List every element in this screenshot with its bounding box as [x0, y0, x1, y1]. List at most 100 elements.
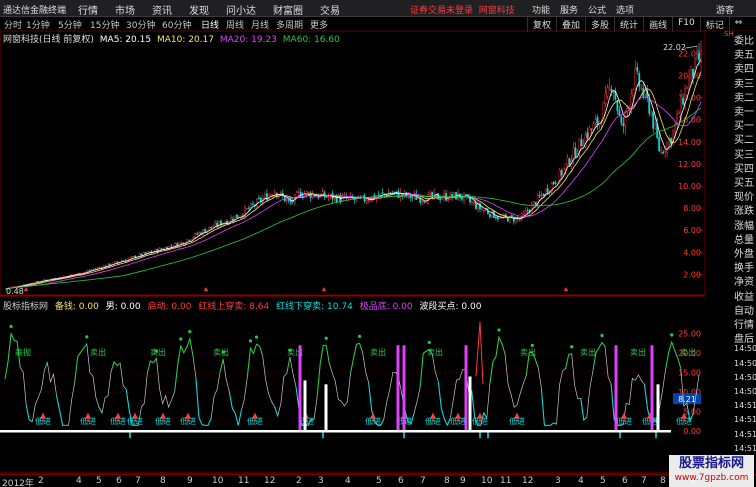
- sell-signal-label: 卖出: [150, 347, 166, 357]
- kline-candle: [98, 267, 101, 269]
- menu-item-trade[interactable]: 交易: [320, 2, 340, 17]
- indicator-segment: [601, 342, 606, 347]
- tool-overlay[interactable]: 叠加: [556, 17, 585, 32]
- period-5min[interactable]: 5分钟: [58, 18, 82, 31]
- kline-candle: [441, 198, 444, 200]
- tool-draw[interactable]: 画线: [643, 17, 672, 32]
- period-15min[interactable]: 15分钟: [90, 18, 119, 31]
- indicator-segment: [56, 395, 61, 411]
- kline-candle: [365, 200, 368, 203]
- indicator-segment: [286, 357, 291, 374]
- kline-candle: [688, 76, 690, 90]
- indicator-segment: [13, 339, 18, 342]
- time-axis-month: 7: [420, 476, 426, 486]
- kline-candle: [678, 112, 681, 114]
- kline-candle: [132, 256, 135, 258]
- kline-candle: [542, 194, 545, 197]
- side-panel-label: 14:50: [734, 358, 756, 368]
- period-daily[interactable]: 日线: [201, 18, 219, 31]
- indicator-segment: [189, 338, 194, 356]
- tool-multi-stock[interactable]: 多股: [585, 17, 614, 32]
- kline-candle: [439, 198, 442, 201]
- menu-item-quotes[interactable]: 行情: [78, 2, 98, 17]
- kline-candle: [580, 139, 583, 147]
- kline-candle: [698, 53, 700, 60]
- kline-candle: [465, 194, 467, 196]
- ma5-value: MA5: 20.15: [99, 35, 152, 45]
- price-axis-label: 14.00: [678, 138, 701, 147]
- main-menu: 行情 市场 资讯 发现 问小达 财富圈 交易: [78, 2, 340, 17]
- side-panel-label: 卖五: [734, 50, 754, 62]
- kline-candle: [307, 192, 310, 194]
- period-60min[interactable]: 60分钟: [162, 18, 191, 31]
- guest-label[interactable]: 游客: [716, 3, 734, 16]
- kline-candle: [496, 217, 499, 220]
- kline-candle: [658, 137, 661, 152]
- kline-candle: [620, 116, 623, 124]
- event-marker: [322, 287, 326, 291]
- signal-bar: [303, 380, 307, 432]
- tool-adjust[interactable]: 复权: [527, 17, 556, 32]
- kline-candle: [180, 242, 183, 244]
- kline-candle: [186, 239, 189, 243]
- side-panel-label: 14:51: [734, 401, 756, 411]
- kline-candle: [618, 110, 621, 116]
- indicator-segment: [495, 336, 500, 357]
- side-panel-label: 14:50: [734, 344, 756, 354]
- sell-signal-label: 卖出: [213, 347, 229, 357]
- indicator-segment: [183, 346, 188, 354]
- indicator-segment: [598, 342, 603, 348]
- kline-chart[interactable]: 22.0020.0018.0016.0014.0012.0010.008.006…: [0, 31, 705, 474]
- indicator-segment: [177, 345, 182, 365]
- indicator-segment: [207, 418, 212, 426]
- indicator-segment: [540, 388, 545, 426]
- login-notice[interactable]: 证券交易未登录 网窗科技: [410, 3, 515, 16]
- indicator-name[interactable]: 股标指标网: [3, 302, 48, 312]
- indicator-segment: [228, 391, 233, 409]
- indicator-segment: [250, 347, 254, 354]
- indicator-segment: [25, 404, 30, 421]
- kline-candle: [650, 113, 653, 115]
- menu-item-news[interactable]: 资讯: [152, 2, 172, 17]
- buy-signal-label: 低进: [110, 416, 126, 426]
- period-monthly[interactable]: 月线: [251, 18, 269, 31]
- period-more[interactable]: 更多: [310, 18, 328, 31]
- menu-item-discover[interactable]: 发现: [189, 2, 209, 17]
- high-dot: [530, 343, 534, 347]
- menu-item-ask[interactable]: 问小达: [226, 2, 256, 17]
- watermark-title: 股票指标网: [678, 456, 744, 471]
- menu-options[interactable]: 选项: [616, 3, 634, 16]
- kline-candle: [632, 89, 635, 96]
- high-dot: [254, 335, 259, 339]
- indicator-segment: [83, 343, 88, 349]
- period-tick[interactable]: 分时: [4, 18, 22, 31]
- menu-formula[interactable]: 公式: [588, 3, 606, 16]
- indicator-segment: [534, 359, 539, 369]
- indicator-segment: [150, 360, 154, 364]
- side-panel-label: 委比: [734, 36, 754, 47]
- period-weekly[interactable]: 周线: [226, 18, 244, 31]
- tool-f10[interactable]: F10: [672, 17, 700, 32]
- indicator-segment: [580, 398, 585, 421]
- menu-function[interactable]: 功能: [532, 3, 550, 16]
- indicator-segment: [256, 343, 260, 347]
- kline-candle: [417, 197, 420, 199]
- menu-item-wealth[interactable]: 财富圈: [273, 2, 303, 17]
- menu-service[interactable]: 服务: [560, 3, 578, 16]
- indicator-segment: [550, 422, 554, 426]
- period-30min[interactable]: 30分钟: [126, 18, 155, 31]
- tool-stats[interactable]: 统计: [614, 17, 643, 32]
- time-axis-month: 3: [318, 476, 324, 486]
- time-axis-month: 5: [96, 476, 102, 486]
- kline-candle: [90, 269, 93, 271]
- kline-candle: [479, 203, 481, 210]
- kline-candle: [188, 239, 191, 241]
- kline-candle: [309, 192, 312, 198]
- menu-item-market[interactable]: 市场: [115, 2, 135, 17]
- kline-candle: [232, 218, 234, 221]
- period-1min[interactable]: 1分钟: [26, 18, 50, 31]
- kline-candle: [263, 194, 266, 198]
- period-multi[interactable]: 多周期: [276, 18, 303, 31]
- kline-candle: [522, 212, 525, 216]
- ind-value-1: 备钱: 0.00: [54, 302, 99, 312]
